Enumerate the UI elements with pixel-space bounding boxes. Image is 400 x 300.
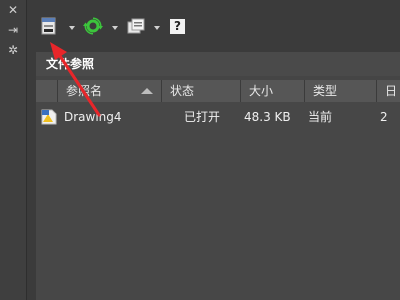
drawing-file-icon bbox=[36, 106, 62, 128]
help-icon: ? bbox=[170, 18, 185, 34]
attach-dropdown-arrow[interactable] bbox=[69, 26, 75, 30]
column-header-row: 参照名 状态 大小 类型 日 bbox=[36, 80, 400, 102]
column-header-type-label: 类型 bbox=[313, 84, 338, 98]
settings-icon[interactable]: ✲ bbox=[4, 42, 22, 58]
change-path-dropdown-arrow[interactable] bbox=[154, 26, 160, 30]
panel-title: 文件参照 bbox=[36, 52, 400, 76]
change-path-icon bbox=[127, 18, 145, 34]
table-row[interactable]: Drawing4 已打开 48.3 KB 当前 2 bbox=[36, 106, 400, 128]
sort-ascending-icon bbox=[141, 88, 153, 94]
reference-status: 已打开 bbox=[184, 110, 221, 124]
column-header-name-label: 参照名 bbox=[66, 84, 103, 98]
close-icon[interactable]: ✕ bbox=[4, 2, 22, 18]
attach-dwg-icon bbox=[41, 17, 56, 35]
refresh-icon bbox=[83, 17, 103, 35]
column-header-type[interactable]: 类型 bbox=[305, 80, 377, 102]
reference-type: 当前 bbox=[308, 110, 333, 124]
column-header-date-label: 日 bbox=[385, 84, 398, 98]
reference-size: 48.3 KB bbox=[244, 110, 291, 124]
column-header-status[interactable]: 状态 bbox=[162, 80, 241, 102]
references-list-area bbox=[36, 102, 400, 300]
column-header-date[interactable]: 日 bbox=[377, 80, 400, 102]
toolbar: ? bbox=[27, 0, 400, 52]
reference-date: 2 bbox=[380, 110, 388, 124]
change-path-button[interactable] bbox=[126, 15, 146, 37]
column-header-size-label: 大小 bbox=[249, 84, 274, 98]
refresh-button[interactable] bbox=[83, 15, 103, 37]
file-references-panel: 文件参照 参照名 状态 大小 类型 日 Drawing4 已打开 48.3 KB… bbox=[36, 52, 400, 300]
column-header-name[interactable]: 参照名 bbox=[58, 80, 162, 102]
reference-name: Drawing4 bbox=[64, 110, 122, 124]
attach-dwg-button[interactable] bbox=[39, 15, 59, 37]
palette-side-strip: ✕ ⇥ ✲ bbox=[0, 0, 27, 300]
column-header-size[interactable]: 大小 bbox=[241, 80, 305, 102]
help-button[interactable]: ? bbox=[170, 15, 185, 37]
column-header-status-label: 状态 bbox=[170, 84, 195, 98]
refresh-dropdown-arrow[interactable] bbox=[112, 26, 118, 30]
column-header-icon bbox=[36, 80, 58, 102]
auto-hide-icon[interactable]: ⇥ bbox=[4, 22, 22, 38]
